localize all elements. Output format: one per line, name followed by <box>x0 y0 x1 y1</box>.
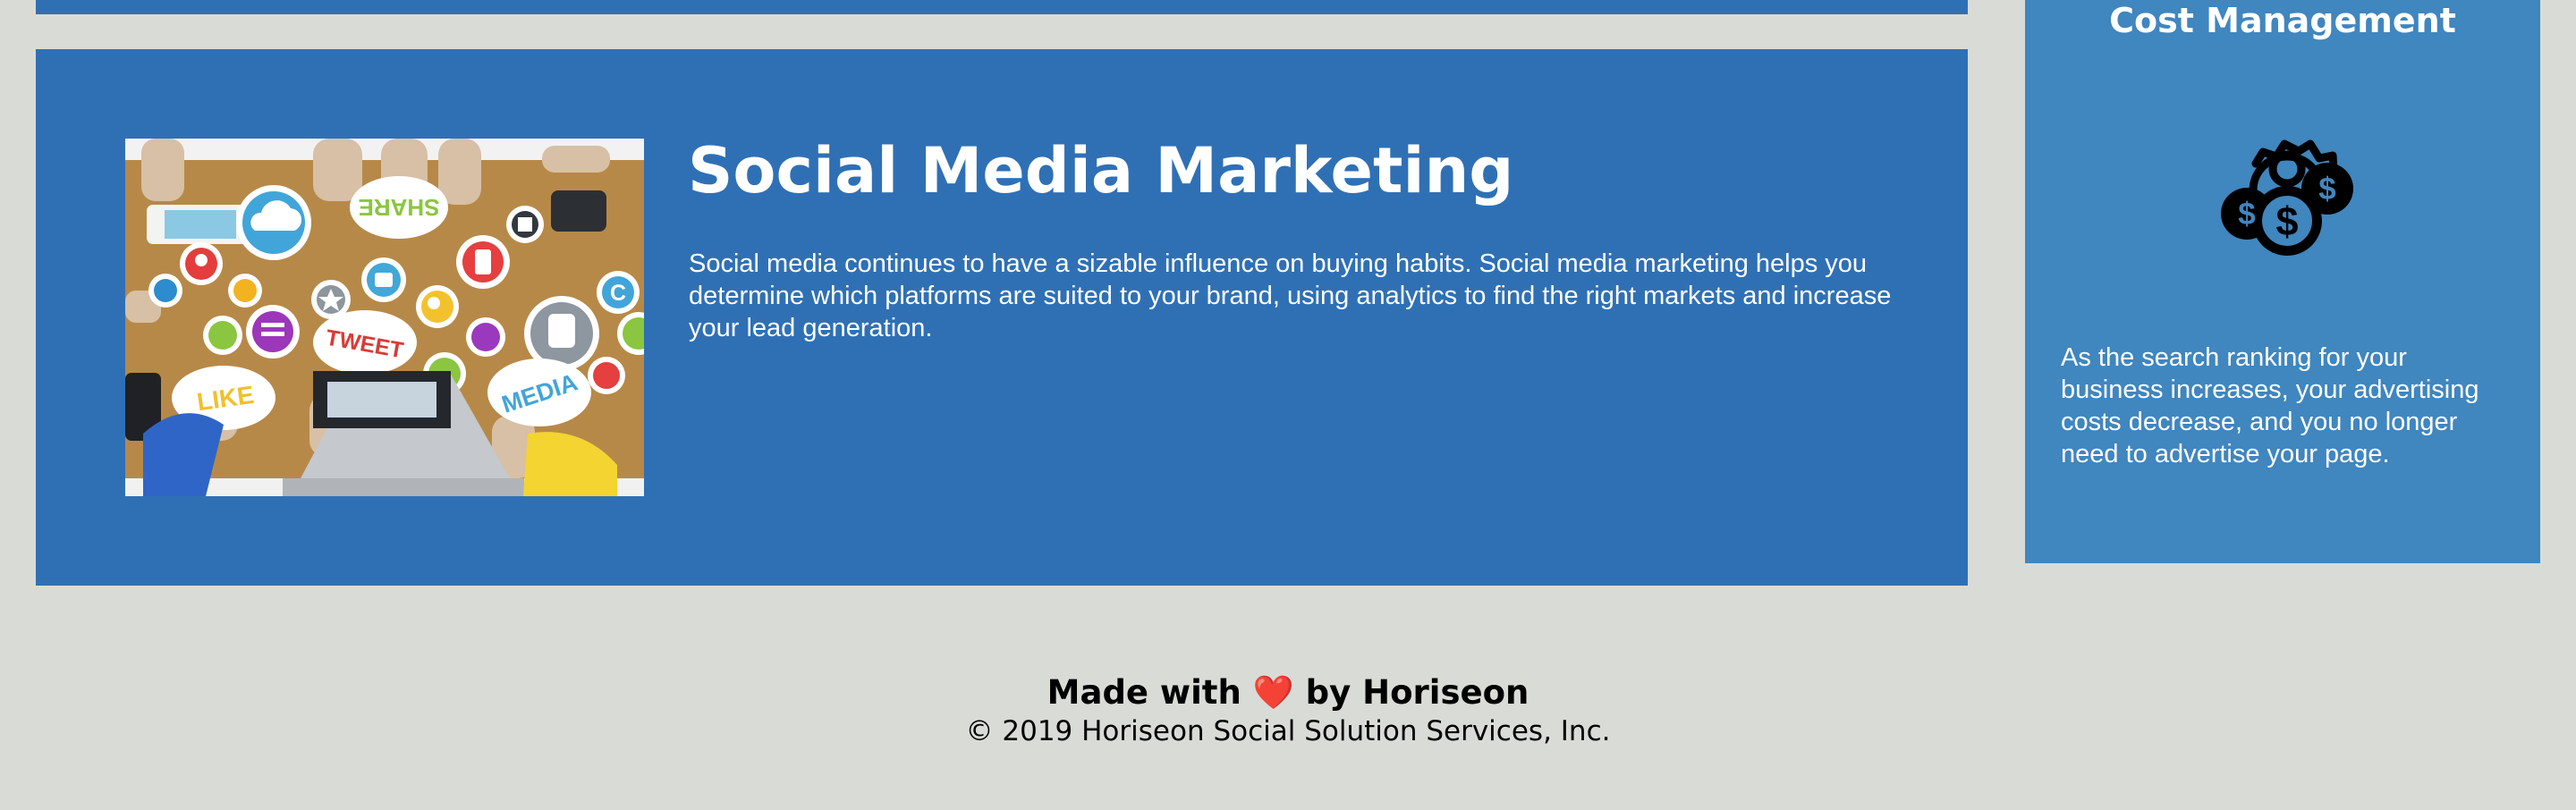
footer-copyright: © 2019 Horiseon Social Solution Services… <box>965 715 1611 747</box>
service-title: Social Media Marketing <box>688 134 1514 207</box>
heart-icon: ❤️ <box>1252 673 1294 712</box>
footer-made-before: Made with <box>1046 673 1241 712</box>
svg-text:C: C <box>610 281 626 306</box>
benefit-description: As the search ranking for your business … <box>2061 343 2479 468</box>
benefit-title: Cost Management <box>2109 1 2456 40</box>
social-media-marketing-image: C SHARE TWEET LIKE MEDIA <box>125 139 644 496</box>
svg-text:$: $ <box>2318 172 2335 207</box>
cost-management-icon: $ $ $ <box>2213 121 2361 260</box>
footer-made-after: by Horiseon <box>1305 673 1530 712</box>
svg-text:SHARE: SHARE <box>358 194 439 221</box>
social-media-marketing-section: C SHARE TWEET LIKE MEDIA Social Media Ma… <box>36 49 1968 586</box>
previous-service-section <box>36 0 1968 14</box>
site-footer: Made with ❤️ by Horiseon © 2019 Horiseon… <box>0 672 2576 749</box>
svg-text:$: $ <box>2238 197 2255 232</box>
svg-text:$: $ <box>2275 198 2298 244</box>
footer-made-with: Made with ❤️ by Horiseon <box>0 672 2576 713</box>
service-description: Social media continues to have a sizable… <box>689 249 1892 342</box>
cost-management-card: Cost Management $ $ $ As the search rank… <box>2025 0 2540 563</box>
